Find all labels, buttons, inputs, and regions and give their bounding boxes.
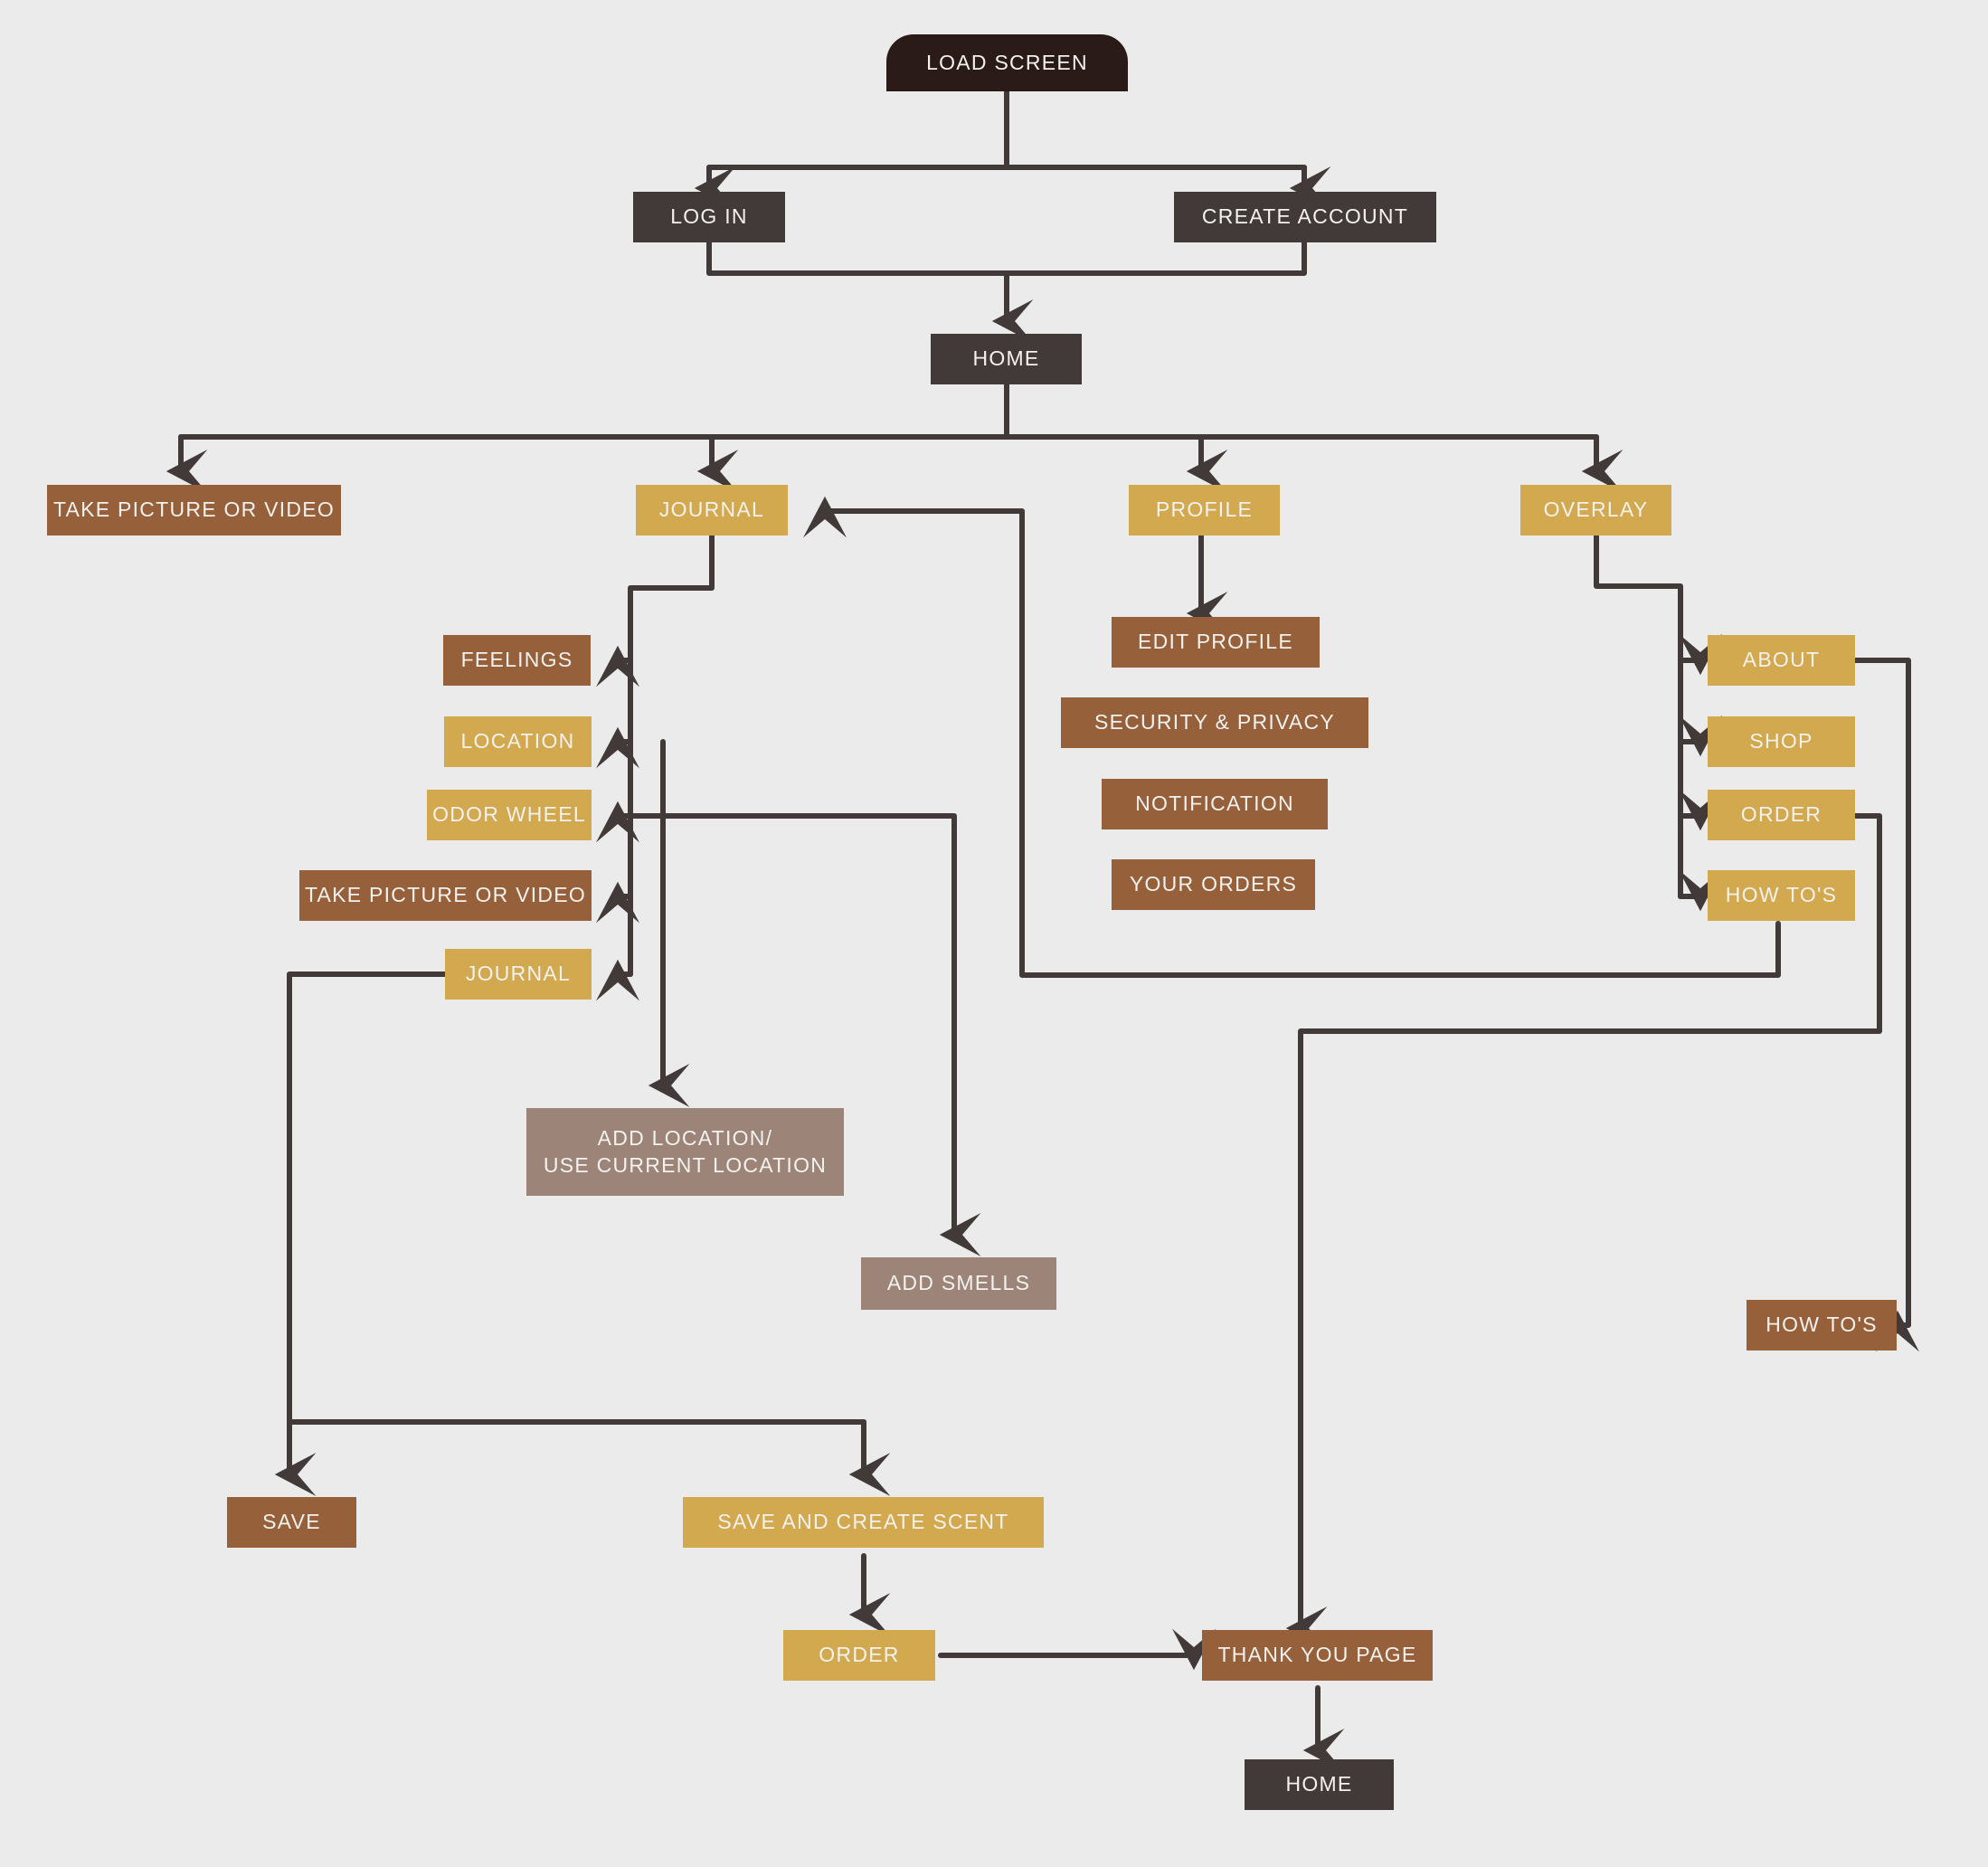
node-label: ODOR WHEEL [432, 802, 586, 827]
node-log-in[interactable]: LOG IN [633, 192, 785, 242]
node-notification[interactable]: NOTIFICATION [1102, 779, 1328, 829]
node-label: EDIT PROFILE [1138, 630, 1293, 654]
node-label: SECURITY & PRIVACY [1093, 710, 1336, 734]
node-home-bottom[interactable]: HOME [1245, 1759, 1394, 1810]
node-label: HOW TO'S [1766, 1313, 1878, 1337]
node-journal-top[interactable]: JOURNAL [636, 485, 788, 535]
node-profile[interactable]: PROFILE [1129, 485, 1280, 535]
node-label: OVERLAY [1543, 498, 1649, 522]
node-save[interactable]: SAVE [227, 1497, 356, 1548]
node-label: TAKE PICTURE OR VIDEO [304, 883, 587, 907]
node-label: ADD SMELLS [886, 1271, 1031, 1295]
node-label: YOUR ORDERS [1129, 872, 1298, 896]
node-about[interactable]: ABOUT [1708, 635, 1855, 686]
node-order-bottom[interactable]: ORDER [783, 1630, 935, 1681]
node-how-tos-bottom[interactable]: HOW TO'S [1747, 1300, 1897, 1350]
node-journal-sub[interactable]: JOURNAL [445, 949, 592, 1000]
node-thank-you-page[interactable]: THANK YOU PAGE [1202, 1630, 1433, 1681]
node-edit-profile[interactable]: EDIT PROFILE [1112, 617, 1320, 668]
node-label: HOME [1285, 1772, 1353, 1796]
node-label: JOURNAL [658, 498, 765, 522]
node-label: ORDER [1740, 802, 1822, 827]
node-label: ADD LOCATION/ USE CURRENT LOCATION [543, 1126, 828, 1177]
node-label: JOURNAL [465, 962, 572, 986]
node-create-account[interactable]: CREATE ACCOUNT [1174, 192, 1436, 242]
node-save-and-create-scent[interactable]: SAVE AND CREATE SCENT [683, 1497, 1044, 1548]
node-feelings[interactable]: FEELINGS [443, 635, 591, 686]
node-label: HOME [972, 346, 1040, 371]
node-label: ABOUT [1742, 648, 1821, 672]
node-label: CREATE ACCOUNT [1201, 204, 1409, 229]
node-label: ORDER [819, 1643, 900, 1667]
flowchart-canvas: LOAD SCREEN LOG IN CREATE ACCOUNT HOME T… [0, 0, 1988, 1867]
node-odor-wheel[interactable]: ODOR WHEEL [427, 790, 592, 840]
node-security-and-privacy[interactable]: SECURITY & PRIVACY [1061, 697, 1368, 748]
node-order-overlay[interactable]: ORDER [1708, 790, 1855, 840]
node-load-screen[interactable]: LOAD SCREEN [886, 34, 1128, 91]
node-label: HOW TO'S [1725, 883, 1838, 907]
node-take-picture-or-video-sub[interactable]: TAKE PICTURE OR VIDEO [299, 870, 592, 921]
node-overlay[interactable]: OVERLAY [1520, 485, 1671, 535]
node-label: LOCATION [460, 729, 575, 753]
node-label: TAKE PICTURE OR VIDEO [52, 498, 336, 522]
node-label: SAVE [262, 1510, 321, 1534]
node-label: PROFILE [1155, 498, 1254, 522]
node-label: LOG IN [670, 204, 748, 229]
node-add-location-use-current-location[interactable]: ADD LOCATION/ USE CURRENT LOCATION [526, 1108, 844, 1196]
node-your-orders[interactable]: YOUR ORDERS [1112, 859, 1315, 910]
node-label: SAVE AND CREATE SCENT [717, 1510, 1009, 1534]
node-add-smells[interactable]: ADD SMELLS [861, 1257, 1056, 1310]
node-how-tos-overlay[interactable]: HOW TO'S [1708, 870, 1855, 921]
connector-layer [166, 89, 1919, 1773]
node-home-top[interactable]: HOME [931, 334, 1082, 384]
node-label: THANK YOU PAGE [1217, 1643, 1417, 1667]
node-label: SHOP [1749, 729, 1813, 753]
node-label: NOTIFICATION [1135, 791, 1294, 816]
node-label: FEELINGS [460, 648, 573, 672]
node-location[interactable]: LOCATION [444, 716, 592, 767]
node-take-picture-or-video-top[interactable]: TAKE PICTURE OR VIDEO [47, 485, 341, 535]
node-shop[interactable]: SHOP [1708, 716, 1855, 767]
node-label: LOAD SCREEN [926, 50, 1088, 74]
